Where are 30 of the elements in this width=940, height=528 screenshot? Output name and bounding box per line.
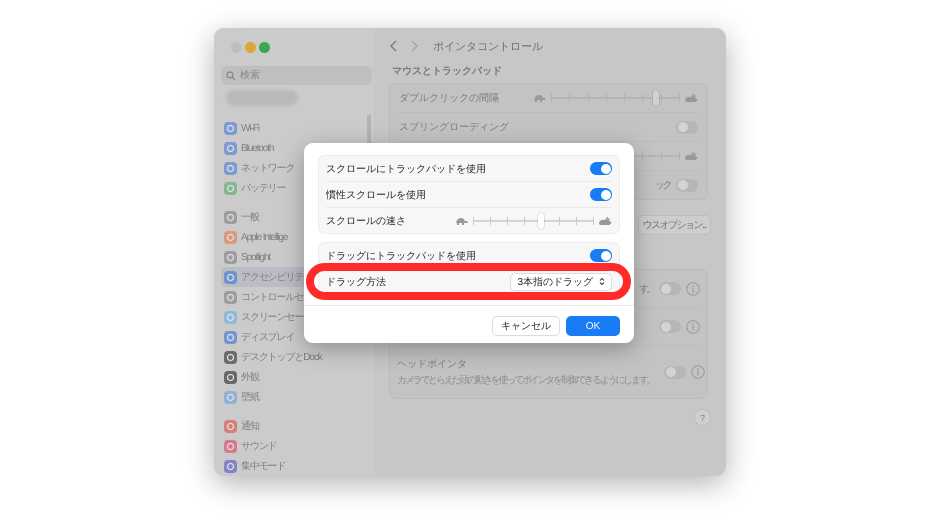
setting-label: ドラッグにトラックパッドを使用 bbox=[326, 250, 476, 262]
page-title: ポインタコントロール bbox=[433, 40, 543, 54]
ok-button[interactable]: OK bbox=[566, 316, 620, 336]
help-button[interactable]: ? bbox=[694, 409, 711, 426]
search-field[interactable]: 検索 bbox=[221, 66, 372, 85]
setting-label: ック bbox=[655, 179, 670, 192]
sidebar-item[interactable]: サウンド bbox=[221, 436, 367, 456]
setting-label: ダブルクリックの間隔 bbox=[399, 92, 499, 105]
sidebar-item[interactable]: 通知 bbox=[221, 416, 367, 436]
sidebar-item[interactable]: 壁紙 bbox=[221, 387, 367, 407]
setting-description: カメラでとらえた頭の動きを使ってポインタを制御できるようにします。 bbox=[397, 374, 654, 387]
setting-label: スプリングローディング bbox=[399, 120, 509, 134]
setting-label: スクロールの速さ bbox=[326, 214, 406, 228]
sidebar-item[interactable]: 集中モード bbox=[221, 456, 367, 476]
setting-label: ヘッドポインタ bbox=[397, 358, 468, 371]
setting-label: す。 bbox=[639, 282, 654, 296]
sidebar-item[interactable]: スクリーンセー bbox=[221, 307, 367, 327]
setting-label: 慣性スクロールを使用 bbox=[326, 188, 426, 202]
sidebar-item[interactable]: ディスプレイ bbox=[221, 327, 367, 347]
cancel-button[interactable]: キャンセル bbox=[492, 316, 560, 336]
sidebar-item[interactable]: Apple Intellige bbox=[221, 227, 367, 247]
sidebar-item[interactable]: 外観 bbox=[221, 367, 367, 387]
sidebar-item[interactable]: デスクトップとDock bbox=[221, 347, 367, 367]
section-heading: マウスとトラックパッド bbox=[392, 65, 503, 78]
sidebar-item[interactable]: Bluetooth bbox=[221, 138, 367, 158]
options-button[interactable]: ウスオプション... bbox=[638, 215, 711, 235]
sidebar-item[interactable]: コントロールセ bbox=[221, 287, 367, 307]
sidebar-item[interactable]: Wi-Fi bbox=[221, 118, 367, 138]
popup-button[interactable]: 3本指のドラッグ bbox=[510, 272, 612, 290]
setting-label: スクロールにトラックパッドを使用 bbox=[326, 162, 486, 176]
